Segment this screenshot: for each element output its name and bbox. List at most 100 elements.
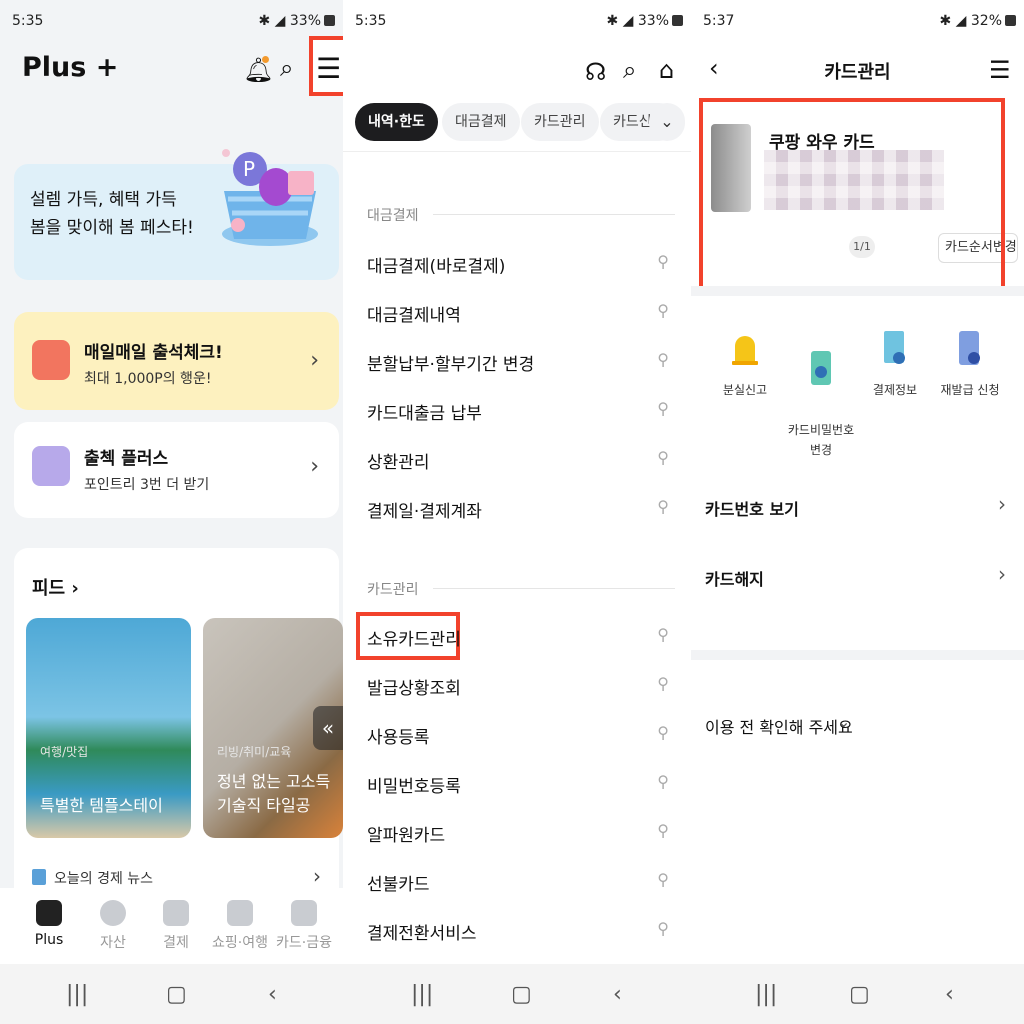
gift-basket-icon: P [222,149,318,246]
pin-icon[interactable]: ⚲ [657,301,669,320]
menu-label: 상환관리 [367,453,430,473]
category-chips: 내역·한도 대금결제 카드관리 카드신청 ⌄ [343,100,691,152]
menu-item-installment[interactable]: 분할납부·할부기간 변경 ⚲ [367,342,677,382]
divider [433,214,675,215]
chevron-right-icon: › [998,492,1006,516]
action-card-password-change[interactable]: 카드비밀번호 변경 [781,330,861,460]
status-bar: 5:37 ✱ ◢ 32% [691,0,1024,44]
page-title: 카드관리 [824,62,891,83]
bottom-tab-bar: Plus 자산 결제 쇼핑·여행 카드·금융 [0,888,343,964]
promo-banner[interactable]: 설렘 가득, 혜택 가득 봄을 맞이해 봄 페스타! P [14,149,339,280]
feed-card-temple-stay[interactable]: 여행/맛집 특별한 템플스테이 [26,618,191,838]
home-screen: 5:35 ✱ ◢ 33% Plus + 🔔︎ ⌕ ☰ 설렘 가득, 혜택 가득 … [0,0,343,1024]
menu-label: 비밀번호등록 [367,777,461,797]
section-gap [691,286,1024,296]
menu-item-prepaid-card[interactable]: 선불카드 ⚲ [367,862,677,902]
collapse-arrow-icon[interactable]: « [313,706,343,750]
home-button-icon[interactable]: ▢ [849,982,870,1007]
menu-item-alpha-one-card[interactable]: 알파원카드 ⚲ [367,813,677,853]
pin-icon[interactable]: ⚲ [657,350,669,369]
pin-icon[interactable]: ⚲ [657,625,669,644]
menu-item-loan-payment[interactable]: 카드대출금 납부 ⚲ [367,391,677,431]
chip-card-management[interactable]: 카드관리 [521,103,599,141]
feed-category: 여행/맛집 [40,745,89,759]
pin-icon[interactable]: ⚲ [657,919,669,938]
notice-toggle[interactable]: 이용 전 확인해 주세요 ⌄ [705,704,1006,744]
search-icon[interactable]: ⌕ [623,56,636,84]
chevron-down-icon[interactable]: ⌄ [649,103,685,141]
pin-icon[interactable]: ⚲ [657,497,669,516]
action-reissue[interactable]: 재발급 신청 [930,330,1010,400]
feed-card-tiler[interactable]: 리빙/취미/교육 정년 없는 고소득 기술직 타일공 « [203,618,343,838]
menu-item-payment-history[interactable]: 대금결제내역 ⚲ [367,293,677,333]
pin-icon[interactable]: ⚲ [657,723,669,742]
news-label: 오늘의 경제 뉴스 [54,871,154,887]
hamburger-menu-icon[interactable]: ☰ [316,52,341,85]
menu-label: 분할납부·할부기간 변경 [367,355,535,375]
menu-item-issue-status[interactable]: 발급상황조회 ⚲ [367,666,677,706]
economy-news-link[interactable]: 오늘의 경제 뉴스 [32,868,153,888]
action-payment-info[interactable]: 결제정보 [855,330,935,400]
chip-payment[interactable]: 대금결제 [442,103,520,141]
back-icon[interactable]: ‹ [613,982,622,1007]
action-label: 카드비밀번호 변경 [787,423,855,457]
plus-tab-icon [36,900,62,926]
status-bar: 5:35 ✱ ◢ 33% [0,0,343,44]
headset-icon[interactable]: ☊ [585,58,606,86]
home-button-icon[interactable]: ▢ [511,982,532,1007]
feed-caption: 정년 없는 고소득 기술직 타일공 [217,772,331,815]
pin-icon[interactable]: ⚲ [657,399,669,418]
pin-icon[interactable]: ⚲ [657,252,669,271]
screenshot-collage: 5:35 ✱ ◢ 33% Plus + 🔔︎ ⌕ ☰ 설렘 가득, 혜택 가득 … [0,0,1024,1024]
row-cancel-card[interactable]: 카드해지 › [705,556,1006,596]
tab-label: 결제 [163,935,189,951]
tab-assets[interactable]: 자산 [80,900,146,952]
tab-plus[interactable]: Plus [16,900,82,948]
menu-label: 사용등록 [367,728,430,748]
pin-icon[interactable]: ⚲ [657,870,669,889]
menu-item-repayment[interactable]: 상환관리 ⚲ [367,440,677,480]
feed-caption: 특별한 템플스테이 [40,796,163,815]
recent-apps-icon[interactable]: ||| [755,982,777,1007]
attendance-check-card[interactable]: 매일매일 출석체크! 최대 1,000P의 행운! › [14,312,339,410]
hamburger-menu-icon[interactable]: ☰ [989,56,1011,84]
plus-check-card[interactable]: 출첵 플러스 포인트리 3번 더 받기 › [14,422,339,518]
row-view-card-number[interactable]: 카드번호 보기 › [705,486,1006,526]
feed-title[interactable]: 피드 › [32,574,79,600]
divider [433,588,675,589]
menu-label: 결제전환서비스 [367,924,477,944]
menu-item-payment-now[interactable]: 대금결제(바로결제) ⚲ [367,244,677,284]
back-icon[interactable]: ‹ [268,982,277,1007]
status-time: 5:37 [703,13,735,29]
home-icon[interactable]: ⌂ [659,56,674,84]
pin-icon[interactable]: ⚲ [657,448,669,467]
card-highlight-box [699,98,1005,294]
menu-item-payment-date[interactable]: 결제일·결제계좌 ⚲ [367,489,677,529]
menu-item-usage-register[interactable]: 사용등록 ⚲ [367,715,677,755]
chevron-down-icon: ⌄ [837,712,851,731]
pin-icon[interactable]: ⚲ [657,674,669,693]
search-icon[interactable]: ⌕ [280,54,293,82]
pin-icon[interactable]: ⚲ [657,772,669,791]
pie-chart-icon [100,900,126,926]
tab-label: 자산 [100,935,126,951]
chevron-right-icon: › [998,562,1006,586]
menu-item-password-register[interactable]: 비밀번호등록 ⚲ [367,764,677,804]
tab-shopping[interactable]: 쇼핑·여행 [207,900,273,952]
recent-apps-icon[interactable]: ||| [66,982,88,1007]
recent-apps-icon[interactable]: ||| [411,982,433,1007]
home-button-icon[interactable]: ▢ [166,982,187,1007]
calendar-plus-icon [32,446,70,486]
section-gap [691,650,1024,660]
chip-history-limit[interactable]: 내역·한도 [355,103,438,141]
card-management-screen: 5:37 ✱ ◢ 32% ‹ 카드관리 ☰ 쿠팡 와우 카드 1/1 카드순서변… [691,0,1024,1024]
plus-subtitle: 포인트리 3번 더 받기 [84,477,210,493]
action-lost-report[interactable]: 분실신고 [705,330,785,400]
tab-payment[interactable]: 결제 [143,900,209,952]
menu-item-owned-cards[interactable]: 소유카드관리 ⚲ [367,617,677,657]
menu-item-payment-conversion[interactable]: 결제전환서비스 ⚲ [367,911,677,951]
back-icon[interactable]: ‹ [945,982,954,1007]
tab-card-finance[interactable]: 카드·금융 [271,900,337,952]
payment-info-icon [884,331,905,364]
pin-icon[interactable]: ⚲ [657,821,669,840]
